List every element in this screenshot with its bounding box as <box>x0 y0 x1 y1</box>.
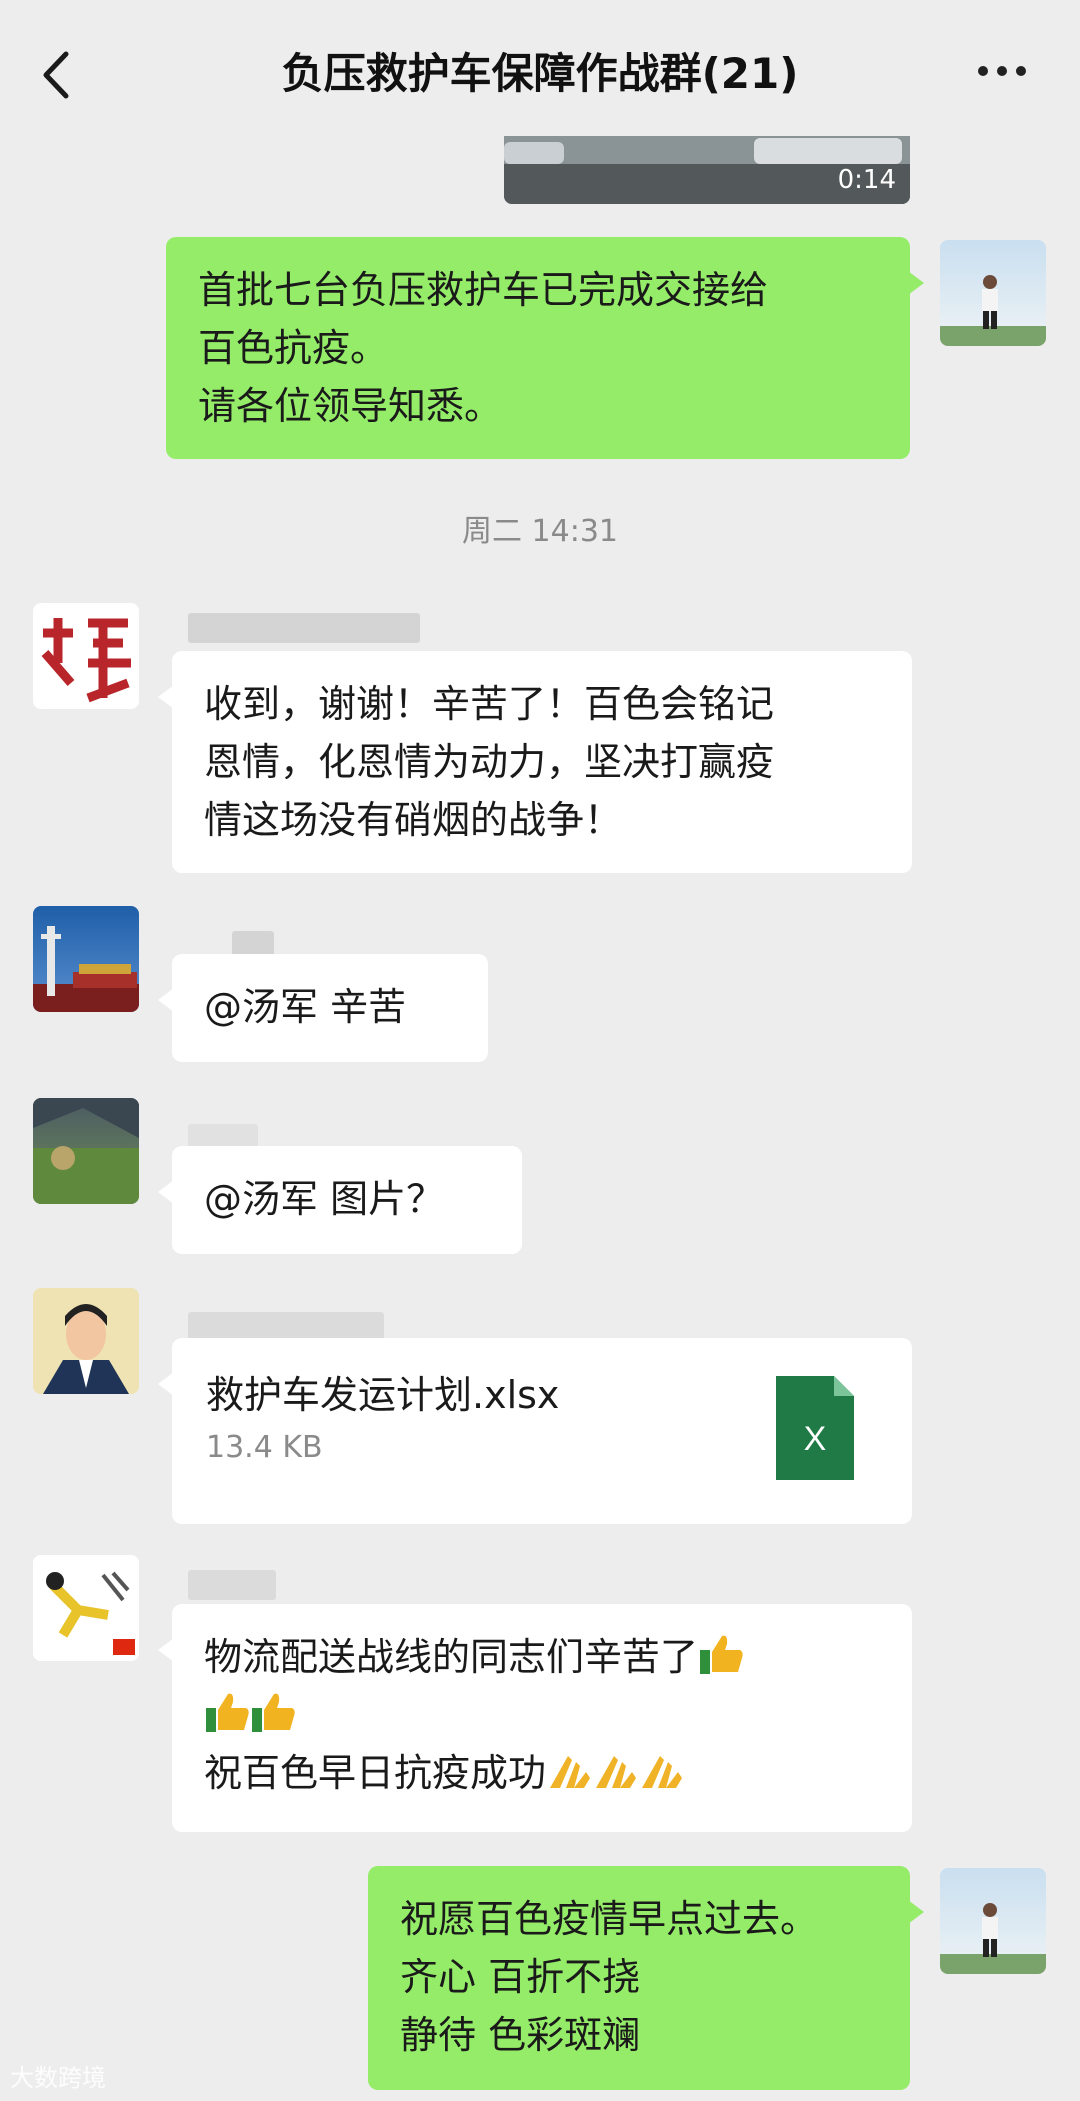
sender-avatar[interactable] <box>33 1288 139 1394</box>
message-line: 物流配送战线的同志们辛苦了 <box>204 1635 699 1679</box>
sender-name-blurred <box>188 1570 276 1600</box>
message-bubble[interactable]: @汤军 图片？ <box>158 1146 522 1254</box>
thumbs-up-icon <box>700 1635 743 1674</box>
self-avatar[interactable] <box>940 240 1046 346</box>
video-message[interactable]: 0:14 <box>504 136 910 204</box>
more-icon[interactable] <box>976 58 1028 88</box>
file-name: 救护车发运计划.xlsx <box>206 1373 560 1417</box>
sender-avatar[interactable] <box>33 603 139 709</box>
file-message[interactable]: 救护车发运计划.xlsx 13.4 KB X <box>158 1338 912 1524</box>
message-bubble[interactable]: 物流配送战线的同志们辛苦了 祝百色早日抗疫成功 <box>158 1604 912 1832</box>
message-bubble-self[interactable]: 首批七台负压救护车已完成交接给 百色抗疫。 请各位领导知悉。 <box>166 237 924 459</box>
svg-text:X: X <box>804 1420 827 1458</box>
excel-file-icon: X <box>776 1376 854 1480</box>
file-size: 13.4 KB <box>206 1430 323 1465</box>
message-line: 祝百色早日抗疫成功 <box>204 1751 547 1795</box>
sender-avatar[interactable] <box>33 1555 139 1661</box>
sender-avatar[interactable] <box>33 1098 139 1204</box>
praying-hands-icon <box>642 1756 683 1788</box>
chat-title: 负压救护车保障作战群(21) <box>281 49 799 98</box>
praying-hands-icon <box>550 1756 591 1788</box>
message-bubble[interactable]: 收到，谢谢！辛苦了！百色会铭记 恩情，化恩情为动力，坚决打赢疫 情这场没有硝烟的… <box>158 651 912 873</box>
message-bubble[interactable]: @汤军 辛苦 <box>158 954 488 1062</box>
praying-hands-icon <box>596 1756 637 1788</box>
sender-name-blurred <box>188 613 420 643</box>
self-avatar[interactable] <box>940 1868 1046 1974</box>
timestamp: 周二 14:31 <box>462 514 618 549</box>
thumbs-up-icon <box>206 1693 249 1732</box>
message-bubble-self[interactable]: 祝愿百色疫情早点过去。 齐心 百折不挠 静待 色彩斑斓 <box>368 1866 924 2090</box>
video-duration: 0:14 <box>837 165 896 195</box>
sender-avatar[interactable] <box>33 906 139 1012</box>
thumbs-up-icon <box>252 1693 295 1732</box>
watermark: 大数跨境 <box>10 2064 106 2092</box>
